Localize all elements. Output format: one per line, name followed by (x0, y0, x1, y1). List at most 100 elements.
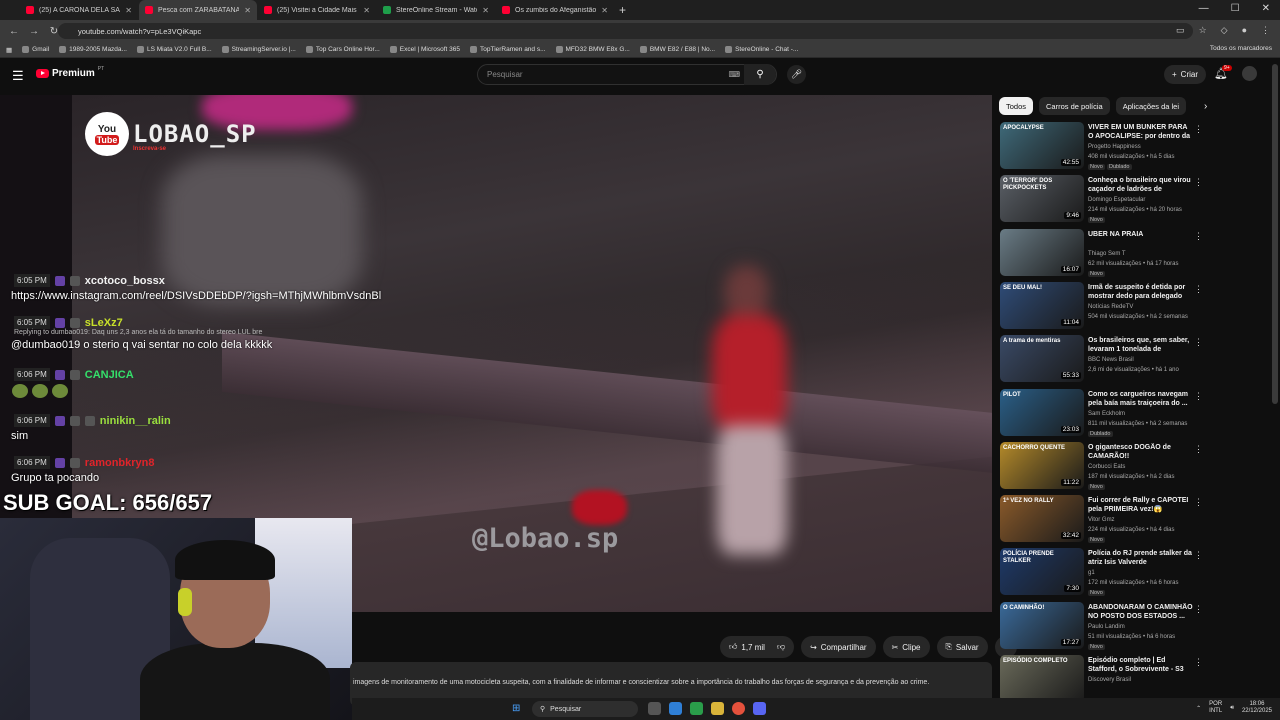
tray-chevron-icon[interactable]: ⌃ (1196, 705, 1201, 712)
browser-tab[interactable]: (25) A CARONA DELA SAIU CA ✕ (20, 0, 138, 20)
all-bookmarks-link[interactable]: Todos os marcadores (1210, 45, 1272, 52)
save-button[interactable]: ⎘ Salvar (936, 636, 988, 658)
video-title[interactable]: Fui correr de Rally e CAPOTEI pela PRIME… (1088, 496, 1194, 514)
search-button[interactable]: ⚲ (744, 64, 776, 85)
clip-button[interactable]: ✂ Clipe (882, 636, 930, 658)
store-icon[interactable] (690, 702, 703, 715)
video-title[interactable]: Os brasileiros que, sem saber, levaram 1… (1088, 336, 1194, 354)
bookmark-item[interactable]: MFD32 BMW E8x G... (555, 46, 630, 53)
language-indicator[interactable]: POR INTL (1209, 701, 1222, 715)
close-tab-icon[interactable]: ✕ (125, 6, 132, 15)
bookmark-item[interactable]: LS Miata V2.0 Full B... (136, 46, 212, 53)
recommended-video[interactable]: SE DEU MAL! 11:04 Irmã de suspeito é detid… (999, 281, 1269, 332)
channel-name[interactable]: Domingo Espetacular (1088, 197, 1145, 203)
video-title[interactable]: VIVER EM UM BUNKER PARA O APOCALIPSE: po… (1088, 123, 1194, 141)
channel-name[interactable]: Corbucci Eats (1088, 464, 1125, 470)
video-title[interactable]: Polícia do RJ prende stalker da atriz Is… (1088, 549, 1194, 567)
video-thumbnail[interactable]: O 'TERROR' DOS PICKPOCKETS 9:46 (1000, 175, 1084, 223)
url-field[interactable]: youtube.com/watch?v=pLe3VQiKapc (58, 23, 1193, 39)
channel-name[interactable]: Paulo Landim (1088, 624, 1125, 630)
channel-name[interactable]: Discovery Brasil (1088, 677, 1131, 683)
more-options-icon[interactable]: ⋮ (1194, 177, 1203, 188)
bookmark-item[interactable]: BMW E82 / E88 | No... (639, 46, 715, 53)
bookmark-item[interactable]: TopTierRamen and s... (470, 46, 546, 53)
forward-icon[interactable]: → (28, 26, 40, 37)
channel-name[interactable]: g1 (1088, 570, 1095, 576)
youtube-logo[interactable]: Premium PT (36, 66, 104, 79)
discord-icon[interactable] (753, 702, 766, 715)
channel-name[interactable]: Vitor Gmz (1088, 517, 1115, 523)
apps-icon[interactable]: ▦ (6, 46, 12, 54)
video-thumbnail[interactable]: POLÍCIA PRENDE STALKER 7:30 (1000, 548, 1084, 596)
video-thumbnail[interactable]: 1ª VEZ NO RALLY 32:42 (1000, 495, 1084, 543)
video-title[interactable]: Conheça o brasileiro que virou caçador d… (1088, 176, 1194, 194)
windows-start-icon[interactable]: ⊞ (512, 703, 520, 714)
bookmark-item[interactable]: Gmail (22, 46, 49, 53)
video-title[interactable]: UBER NA PRAIA (1088, 230, 1194, 239)
chip-law-enforcement[interactable]: Aplicações da lei (1115, 97, 1187, 115)
recommended-video[interactable]: A trama de mentiras 55:33 Os brasileiros q… (999, 335, 1269, 385)
video-thumbnail[interactable]: EPISÓDIO COMPLETO (1000, 655, 1084, 702)
thumbs-down-icon[interactable]: 👎︎ (777, 642, 785, 652)
hamburger-menu-icon[interactable]: ☰ (12, 68, 24, 84)
recommended-video[interactable]: PILOT 23:03 Como os cargueiros navegam pel… (999, 388, 1269, 439)
bookmark-item[interactable]: Excel | Microsoft 365 (389, 46, 460, 53)
close-window-icon[interactable]: ✕ (1262, 3, 1270, 14)
channel-name[interactable]: Notícias RedeTV (1088, 304, 1133, 310)
close-tab-icon[interactable]: ✕ (363, 6, 370, 15)
chip-police-cars[interactable]: Carros de polícia (1039, 97, 1110, 115)
video-thumbnail[interactable]: PILOT 23:03 (1000, 388, 1084, 436)
new-tab-button[interactable]: + (619, 3, 626, 17)
back-icon[interactable]: ← (8, 26, 20, 37)
more-options-icon[interactable]: ⋮ (1194, 604, 1203, 615)
microphone-icon[interactable]: 🎤︎ (787, 65, 806, 84)
more-options-icon[interactable]: ⋮ (1194, 391, 1203, 402)
profile-icon[interactable]: ● (1242, 25, 1247, 36)
browser-tab[interactable]: Pesca com ZARABATANA, Acer ✕ (139, 0, 257, 20)
browser-tab[interactable]: (25) Visitei a Cidade Mais Gord ✕ (258, 0, 376, 20)
chip-all[interactable]: Todos (999, 97, 1034, 115)
more-options-icon[interactable]: ⋮ (1194, 124, 1203, 135)
volume-icon[interactable]: 🔊︎ (1230, 705, 1234, 712)
browser-tab[interactable]: StereOnline Stream - Watch Li ✕ (377, 0, 495, 20)
video-title[interactable]: Como os cargueiros navegam pela baía mai… (1088, 390, 1194, 408)
video-thumbnail[interactable]: SE DEU MAL! 11:04 (1000, 281, 1084, 329)
task-view-icon[interactable] (648, 702, 661, 715)
keyboard-icon[interactable]: ⌨ (728, 70, 740, 79)
channel-name[interactable]: Progetto Happiness (1088, 144, 1141, 150)
file-explorer-icon[interactable] (711, 702, 724, 715)
extensions-icon[interactable]: ◇ (1221, 25, 1228, 36)
bookmark-item[interactable]: 1989-2005 Mazda... (59, 46, 127, 53)
video-title[interactable]: ABANDONARAM O CAMINHÃO NO POSTO DOS ESTA… (1088, 603, 1194, 621)
video-thumbnail[interactable]: APOCALYPSE 42:55 (1000, 122, 1084, 169)
menu-icon[interactable]: ⋮ (1261, 25, 1270, 36)
chrome-icon[interactable] (732, 702, 745, 715)
video-thumbnail[interactable]: CACHORRO QUENTE 11:22 (1000, 441, 1084, 489)
more-options-icon[interactable]: ⋮ (1194, 657, 1203, 668)
recommended-video[interactable]: 1ª VEZ NO RALLY 32:42 Fui correr de Rally … (999, 495, 1269, 545)
video-title[interactable]: Episódio completo | Ed Stafford, o Sobre… (1088, 656, 1194, 674)
browser-tab[interactable]: Os zumbis do Afeganistão atr ✕ (496, 0, 614, 20)
close-tab-icon[interactable]: ✕ (482, 6, 489, 15)
more-options-icon[interactable]: ⋮ (1194, 444, 1203, 455)
channel-name[interactable]: BBC News Brasil (1088, 357, 1134, 363)
taskbar-search[interactable]: ⚲ Pesquisar (532, 701, 638, 717)
create-button[interactable]: + Criar (1164, 65, 1207, 84)
recommended-video[interactable]: O CAMINHÃO! 17:27 ABANDONARAM O CAMINHÃO N… (999, 601, 1269, 652)
chevron-right-icon[interactable]: › (1204, 101, 1207, 112)
bookmark-item[interactable]: StreamingServer.io |... (221, 46, 296, 53)
channel-name[interactable]: Thiago Sem T (1088, 251, 1126, 257)
more-options-icon[interactable]: ⋮ (1194, 337, 1203, 348)
edge-icon[interactable] (669, 702, 682, 715)
clock[interactable]: 18:06 22/12/2025 (1242, 701, 1272, 715)
video-thumbnail[interactable]: 16:07 (1000, 228, 1084, 276)
maximize-icon[interactable]: ☐ (1231, 3, 1240, 14)
share-button[interactable]: ↪ Compartilhar (801, 636, 876, 658)
recommended-video[interactable]: APOCALYPSE 42:55 VIVER EM UM BUNKER PARA O… (999, 122, 1269, 172)
recommended-video[interactable]: O 'TERROR' DOS PICKPOCKETS 9:46 Conheça o … (999, 175, 1269, 225)
more-options-icon[interactable]: ⋮ (1194, 550, 1203, 561)
avatar[interactable] (1242, 66, 1257, 81)
recommended-video[interactable]: POLÍCIA PRENDE STALKER 7:30 Polícia do RJ … (999, 548, 1269, 598)
video-title[interactable]: Irmã de suspeito é detida por mostrar de… (1088, 283, 1194, 301)
bookmark-item[interactable]: StereOnline - Chat -... (725, 46, 798, 53)
